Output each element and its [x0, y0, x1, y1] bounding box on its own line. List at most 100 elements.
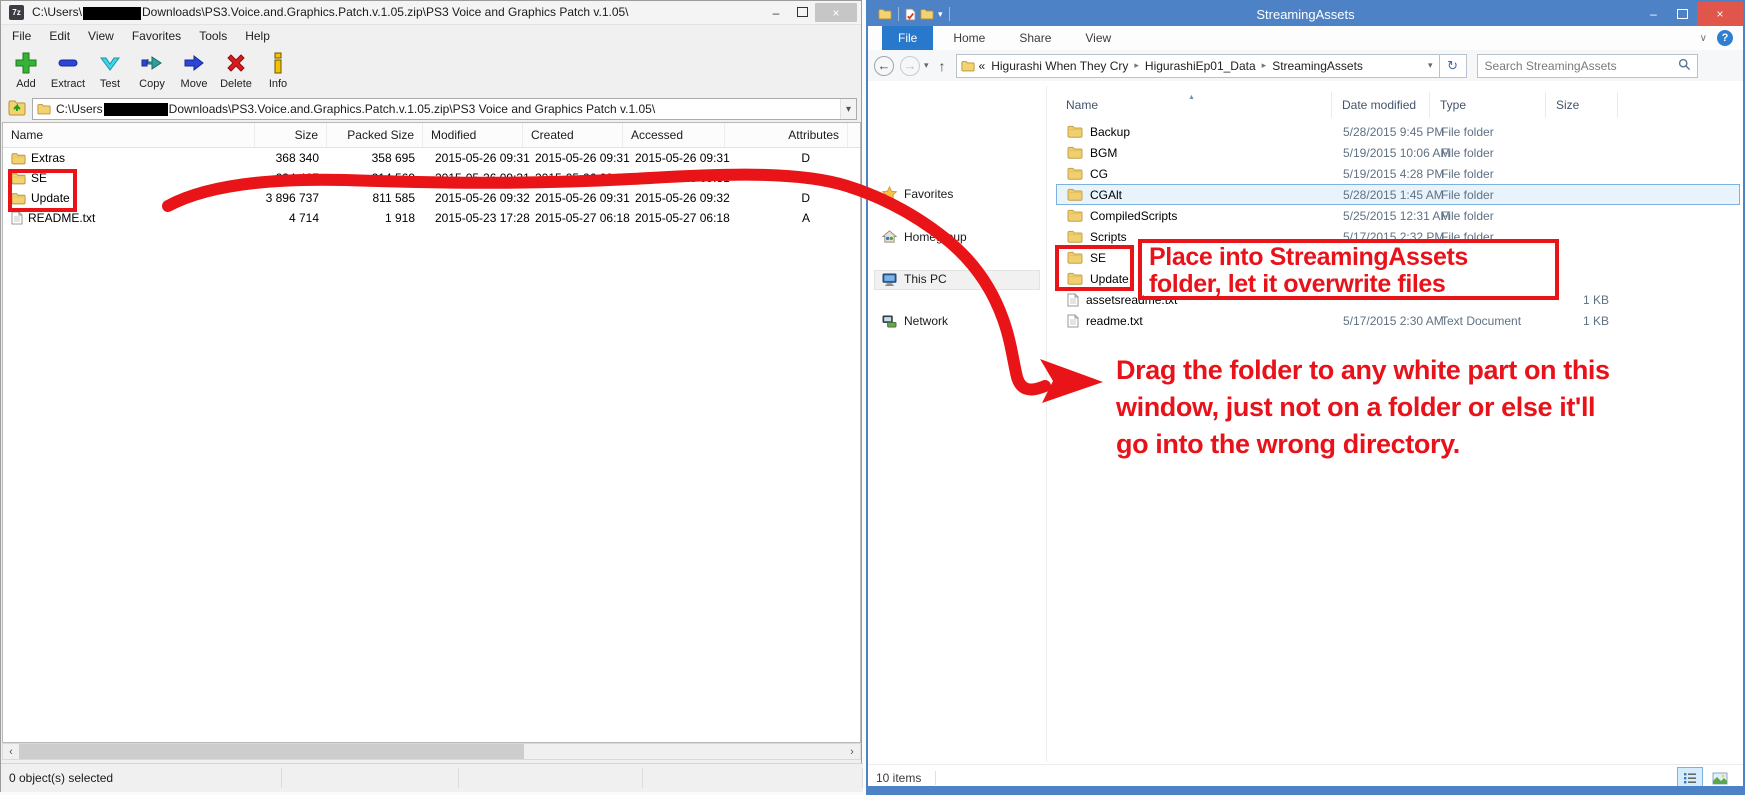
add-icon	[13, 50, 39, 76]
copy-button[interactable]: Copy	[131, 47, 173, 90]
folder-icon[interactable]	[878, 8, 892, 20]
tab-view[interactable]: View	[1071, 26, 1125, 50]
file-row[interactable]: CG 5/19/2015 4:28 PM File folder	[1056, 163, 1740, 184]
properties-icon[interactable]	[905, 8, 916, 21]
column-header-attributes[interactable]: Attributes	[725, 123, 848, 147]
minimize-button[interactable]: –	[1639, 2, 1668, 26]
menu-item[interactable]: Help	[236, 29, 279, 43]
close-button[interactable]: ×	[1697, 2, 1743, 26]
breadcrumb-separator[interactable]: ▸	[1262, 60, 1267, 71]
folder-icon	[1067, 209, 1083, 222]
file-size	[1547, 122, 1619, 141]
refresh-button[interactable]: ↻	[1440, 54, 1467, 78]
table-row[interactable]: README.txt 4 714 1 918 2015-05-23 17:28 …	[3, 208, 860, 228]
qat-customize-arrow[interactable]: ▾	[938, 9, 943, 20]
annotation-line: Drag the folder to any white part on thi…	[1116, 352, 1716, 389]
file-name: CompiledScripts	[1090, 209, 1177, 223]
scrollbar-thumb[interactable]	[19, 744, 524, 759]
redacted-username	[83, 7, 141, 20]
minimize-button[interactable]: –	[763, 6, 789, 20]
file-row[interactable]: CompiledScripts 5/25/2015 12:31 AM File …	[1056, 205, 1740, 226]
created-date: 2015-05-26 09:31	[523, 188, 623, 208]
folder-icon	[961, 60, 975, 72]
table-row[interactable]: Update 3 896 737 811 585 2015-05-26 09:3…	[3, 188, 860, 208]
column-header-type[interactable]: Type	[1430, 92, 1546, 118]
breadcrumb-overflow[interactable]: «	[979, 59, 986, 73]
toolbar-label: Delete	[220, 78, 252, 90]
add-button[interactable]: Add	[5, 47, 47, 90]
file-name: CGAlt	[1090, 188, 1122, 202]
table-row[interactable]: SE 234 467 214 569 2015-05-26 09:31 2015…	[3, 168, 860, 188]
menu-item[interactable]: View	[79, 29, 123, 43]
help-icon[interactable]: ?	[1717, 30, 1733, 46]
text-file-icon	[11, 211, 23, 225]
test-icon	[97, 50, 123, 76]
packed-size: 358 695	[327, 148, 423, 168]
toolbar-label: Add	[16, 78, 36, 90]
menu-item[interactable]: Tools	[190, 29, 236, 43]
sidebar-item-favorites[interactable]: Favorites	[882, 186, 953, 201]
recent-locations-arrow[interactable]: ▾	[924, 60, 929, 71]
column-header-modified[interactable]: Modified	[423, 123, 523, 147]
address-dropdown-arrow[interactable]: ▾	[840, 99, 856, 119]
column-header-size[interactable]: Size	[1546, 92, 1618, 118]
ribbon-collapse-chevron[interactable]: ∨	[1700, 33, 1707, 44]
breadcrumb-item[interactable]: StreamingAssets	[1272, 59, 1363, 73]
search-input[interactable]: Search StreamingAssets	[1477, 54, 1698, 78]
parent-folder-button[interactable]	[8, 98, 26, 121]
details-view-icon	[1683, 772, 1697, 784]
test-button[interactable]: Test	[89, 47, 131, 90]
date-modified: 5/19/2015 10:06 AM	[1333, 143, 1431, 162]
close-button[interactable]: ×	[815, 3, 857, 22]
breadcrumb-separator[interactable]: ▸	[1134, 60, 1139, 71]
horizontal-scrollbar[interactable]: ‹ ›	[2, 743, 861, 760]
7zip-window-title: C:\Users\Downloads\PS3.Voice.and.Graphic…	[32, 5, 763, 19]
address-combobox[interactable]: C:\UsersDownloads\PS3.Voice.and.Graphics…	[32, 98, 857, 120]
file-type: Text Document	[1431, 311, 1547, 330]
address-bar[interactable]: « Higurashi When They Cry ▸ HigurashiEp0…	[956, 54, 1440, 78]
address-dropdown-arrow[interactable]: ▾	[1422, 60, 1439, 71]
up-button[interactable]: ↑	[939, 58, 946, 74]
tab-file[interactable]: File	[882, 26, 933, 50]
column-header-name[interactable]: Name	[3, 123, 255, 147]
column-header-accessed[interactable]: Accessed	[623, 123, 725, 147]
file-row[interactable]: Backup 5/28/2015 9:45 PM File folder	[1056, 121, 1740, 142]
breadcrumb-item[interactable]: HigurashiEp01_Data	[1145, 59, 1256, 73]
column-header-date-modified[interactable]: Date modified	[1332, 92, 1430, 118]
file-row[interactable]: readme.txt 5/17/2015 2:30 AM Text Docume…	[1056, 310, 1740, 331]
column-header-created[interactable]: Created	[523, 123, 623, 147]
extract-button[interactable]: Extract	[47, 47, 89, 90]
packed-size: 1 918	[327, 208, 423, 228]
column-header-size[interactable]: Size	[255, 123, 327, 147]
explorer-file-list: Name Date modified Type Size	[1056, 92, 1740, 118]
column-header-packed-size[interactable]: Packed Size	[327, 123, 423, 147]
file-name: Scripts	[1090, 230, 1127, 244]
back-button[interactable]: ←	[874, 56, 894, 76]
new-folder-icon[interactable]	[920, 8, 934, 20]
sidebar-item-this-pc[interactable]: This PC	[882, 272, 947, 286]
sidebar-item-homegroup[interactable]: Homegroup	[882, 229, 967, 244]
search-icon[interactable]	[1678, 58, 1691, 74]
info-button[interactable]: Info	[257, 47, 299, 90]
menu-item[interactable]: File	[3, 29, 40, 43]
forward-button[interactable]: →	[900, 56, 920, 76]
menu-item[interactable]: Favorites	[123, 29, 190, 43]
file-row[interactable]: CGAlt 5/28/2015 1:45 AM File folder	[1056, 184, 1740, 205]
thumbnail-view-icon	[1712, 772, 1728, 785]
pane-divider[interactable]	[1046, 86, 1047, 762]
tab-share[interactable]: Share	[1005, 26, 1065, 50]
scroll-left-arrow[interactable]: ‹	[3, 746, 19, 758]
menu-item[interactable]: Edit	[40, 29, 79, 43]
delete-button[interactable]: Delete	[215, 47, 257, 90]
table-row[interactable]: Extras 368 340 358 695 2015-05-26 09:31 …	[3, 148, 860, 168]
file-row[interactable]: BGM 5/19/2015 10:06 AM File folder	[1056, 142, 1740, 163]
sidebar-label: Favorites	[904, 187, 953, 201]
maximize-button[interactable]	[789, 6, 815, 20]
tab-home[interactable]: Home	[939, 26, 999, 50]
move-button[interactable]: Move	[173, 47, 215, 90]
sidebar-item-network[interactable]: Network	[882, 314, 948, 328]
file-type: File folder	[1431, 164, 1547, 183]
maximize-button[interactable]	[1668, 2, 1697, 26]
scroll-right-arrow[interactable]: ›	[844, 746, 860, 758]
breadcrumb-item[interactable]: Higurashi When They Cry	[991, 59, 1128, 73]
